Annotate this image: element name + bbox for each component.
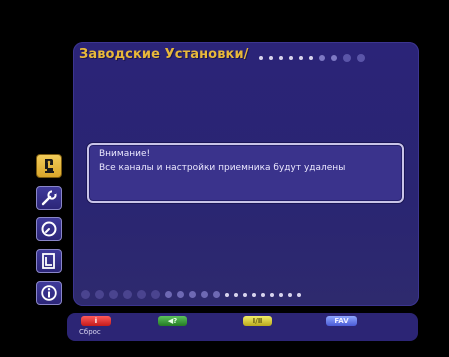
page-dot: [259, 56, 263, 60]
page-dot: [225, 292, 229, 297]
tv-screen: Заводские Установки/ Внимание! Все канал…: [0, 0, 449, 357]
page-dot: [95, 290, 104, 299]
page-dot: [331, 55, 337, 61]
dialog-title: Внимание!: [99, 149, 151, 159]
page-dot: [109, 290, 118, 299]
page-dot: [289, 56, 293, 60]
page-dot: [151, 290, 160, 299]
menu-title: Заводские Установки/: [79, 47, 249, 62]
warning-dialog[interactable]: Внимание! Все каналы и настройки приемни…: [87, 143, 404, 203]
red-key-button[interactable]: i: [81, 316, 111, 326]
page-dot: [234, 292, 238, 297]
page-dot: [137, 290, 146, 299]
satellite-dish-icon[interactable]: [36, 154, 62, 178]
page-dot: [288, 292, 292, 297]
page-dot: [213, 291, 220, 298]
color-key-bar: i Сброс ◀? Ⅰ/Ⅱ FAV: [67, 313, 418, 341]
page-dot: [123, 290, 132, 299]
page-dot: [177, 291, 184, 298]
wrench-icon[interactable]: [36, 186, 62, 210]
page-indicator-bottom: [81, 290, 301, 299]
page-dot: [81, 290, 90, 299]
page-dot: [319, 55, 325, 61]
page-dot: [297, 292, 301, 297]
page-dot: [243, 292, 247, 297]
page-dot: [269, 56, 273, 60]
page-dot: [201, 291, 208, 298]
page-dot: [252, 292, 256, 297]
page-dot: [261, 292, 265, 297]
document-icon[interactable]: [36, 249, 62, 273]
blue-key-button[interactable]: FAV: [326, 316, 357, 326]
yellow-key-button[interactable]: Ⅰ/Ⅱ: [243, 316, 272, 326]
page-dot: [270, 292, 274, 297]
page-dot: [279, 292, 283, 297]
dialog-message: Все каналы и настройки приемника будут у…: [99, 163, 346, 173]
page-dot: [357, 54, 365, 62]
green-key-button[interactable]: ◀?: [158, 316, 187, 326]
clock-icon[interactable]: [36, 217, 62, 241]
red-key-caption: Сброс: [79, 328, 101, 336]
info-icon[interactable]: [36, 281, 62, 305]
page-dot: [189, 291, 196, 298]
page-dot: [309, 56, 313, 60]
page-dot: [343, 54, 351, 62]
page-dot: [165, 291, 172, 298]
page-dot: [299, 56, 303, 60]
page-dot: [279, 56, 283, 60]
page-indicator-top: [259, 54, 365, 62]
